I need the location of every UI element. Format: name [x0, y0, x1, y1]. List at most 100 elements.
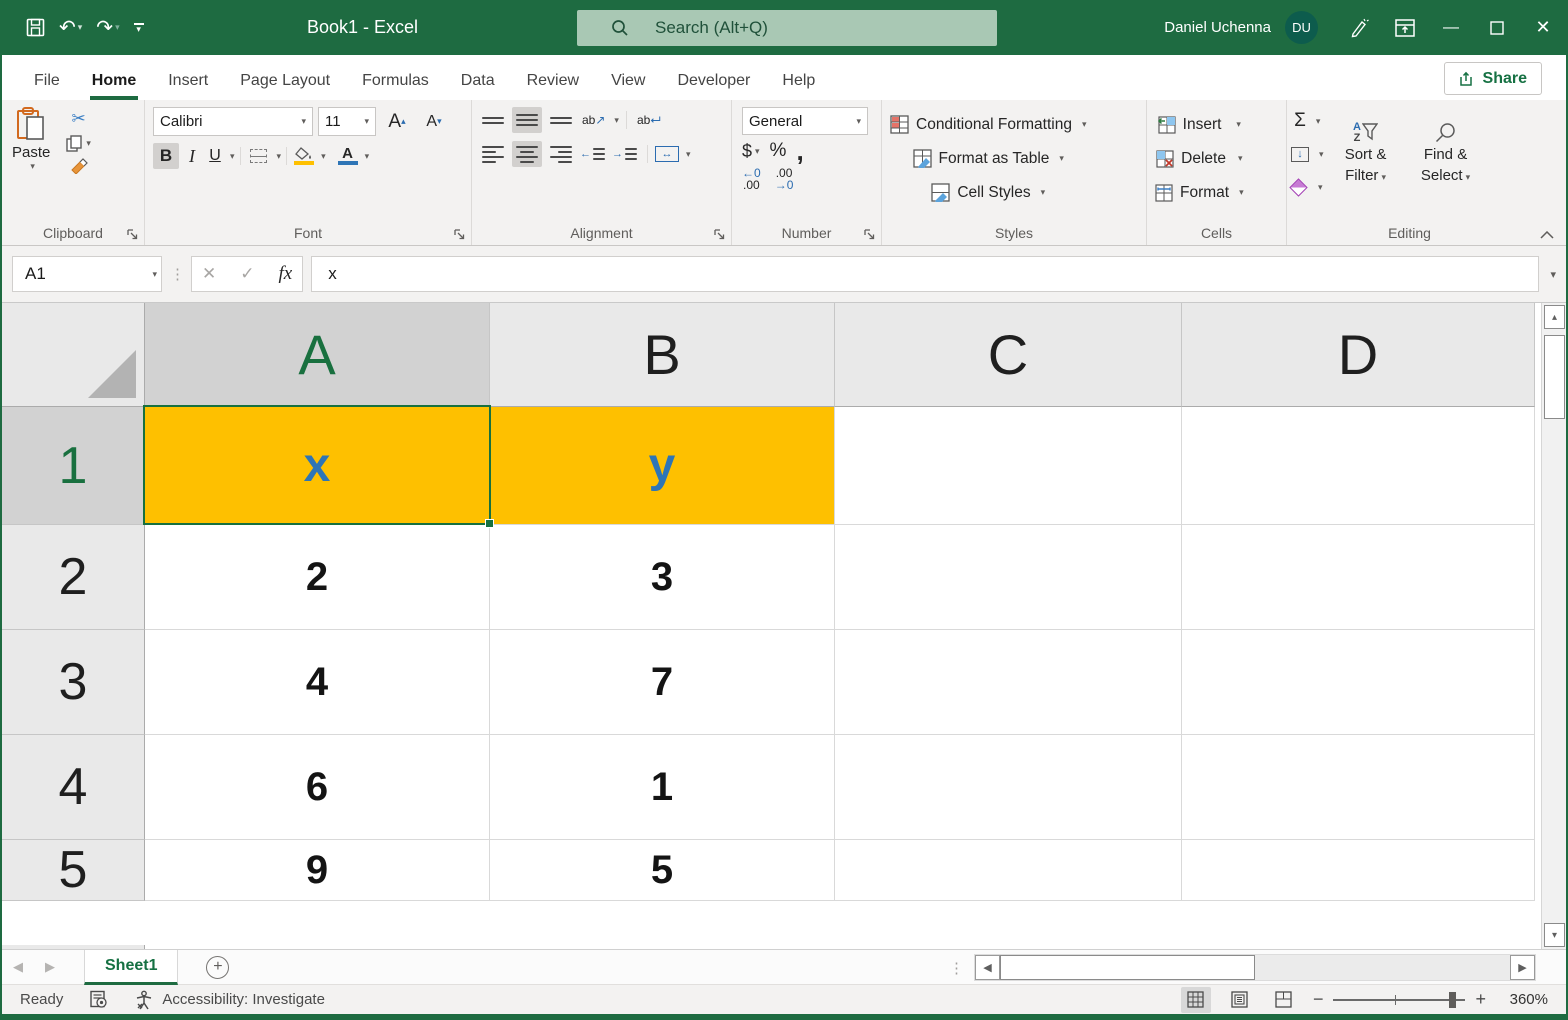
top-align-button[interactable]	[478, 107, 508, 133]
accounting-format-button[interactable]: $ ▾	[742, 141, 760, 162]
redo-dropdown-icon[interactable]: ▾	[115, 22, 120, 33]
borders-dropdown-icon[interactable]: ▾	[277, 151, 282, 162]
previous-sheet-icon[interactable]: ◀	[2, 959, 34, 975]
customize-quick-access-icon[interactable]: ▾	[133, 23, 144, 34]
font-name-combo[interactable]: Calibri ▾	[153, 107, 313, 136]
paste-dropdown-icon[interactable]: ▾	[30, 161, 35, 172]
merge-center-dropdown-icon[interactable]: ▾	[686, 149, 691, 160]
italic-button[interactable]: I	[181, 143, 203, 169]
scroll-right-icon[interactable]: ▶	[1510, 955, 1535, 980]
delete-cells-button[interactable]: Delete ▾	[1155, 143, 1244, 174]
align-left-button[interactable]	[478, 141, 508, 167]
undo-button[interactable]: ↶ ▾	[59, 15, 82, 40]
number-format-combo[interactable]: General ▾	[742, 107, 868, 135]
underline-dropdown-icon[interactable]: ▾	[230, 151, 235, 162]
find-select-button[interactable]: Find & Select ▾	[1408, 107, 1484, 201]
select-all-corner[interactable]	[2, 303, 145, 407]
alignment-dialog-launcher-icon[interactable]	[714, 229, 725, 240]
sort-filter-button[interactable]: AZ Sort & Filter ▾	[1328, 107, 1404, 201]
bottom-align-button[interactable]	[546, 107, 576, 133]
fill-dropdown-icon[interactable]: ▾	[1319, 149, 1324, 160]
wrap-text-button[interactable]: ab ⮠	[634, 107, 664, 133]
format-painter-button[interactable]	[66, 158, 91, 174]
cell-B1[interactable]: y	[490, 407, 835, 525]
cut-button[interactable]: ✂	[66, 109, 91, 129]
row-header-2[interactable]: 2	[2, 525, 145, 630]
cell-C3[interactable]	[835, 630, 1182, 735]
cell-styles-dropdown-icon[interactable]: ▾	[1041, 187, 1046, 198]
cell-B2[interactable]: 3	[490, 525, 835, 630]
fill-button[interactable]: ↓ ▾	[1291, 140, 1324, 168]
orientation-dropdown-icon[interactable]: ▾	[614, 115, 619, 126]
row-header-1[interactable]: 1	[2, 407, 145, 525]
formula-bar-grip[interactable]: ⋮	[170, 265, 185, 283]
scroll-up-icon[interactable]: ▴	[1544, 305, 1565, 329]
cell-D4[interactable]	[1182, 735, 1535, 840]
fill-color-button[interactable]	[292, 143, 316, 169]
delete-dropdown-icon[interactable]: ▾	[1238, 153, 1243, 164]
percent-style-button[interactable]: %	[770, 140, 787, 162]
cell-A5[interactable]: 9	[145, 840, 490, 901]
column-header-d[interactable]: D	[1182, 303, 1535, 407]
name-box-dropdown-icon[interactable]: ▾	[152, 269, 157, 280]
tab-home[interactable]: Home	[76, 72, 152, 100]
comma-style-button[interactable]: ,	[796, 138, 803, 164]
sheet-tab-sheet1[interactable]: Sheet1	[84, 949, 179, 985]
increase-decimal-button[interactable]: ←0.00	[742, 167, 761, 191]
user-name[interactable]: Daniel Uchenna	[1164, 19, 1271, 36]
zoom-in-button[interactable]: +	[1475, 989, 1486, 1010]
fill-color-dropdown-icon[interactable]: ▾	[321, 151, 326, 162]
copy-dropdown-icon[interactable]: ▾	[86, 138, 91, 149]
clear-button[interactable]: ▾	[1289, 173, 1324, 201]
horizontal-scrollbar-thumb[interactable]	[1000, 955, 1255, 980]
enter-icon[interactable]: ✓	[240, 264, 254, 284]
cell-A2[interactable]: 2	[145, 525, 490, 630]
expand-formula-bar-icon[interactable]: ▾	[1550, 268, 1556, 281]
next-sheet-icon[interactable]: ▶	[34, 959, 66, 975]
add-sheet-button[interactable]: +	[206, 955, 230, 979]
collapse-ribbon-icon[interactable]	[1540, 231, 1554, 239]
paste-button[interactable]: Paste ▾	[4, 105, 58, 174]
format-cells-button[interactable]: Format ▾	[1155, 177, 1244, 208]
format-dropdown-icon[interactable]: ▾	[1239, 187, 1244, 198]
share-button[interactable]: Share	[1443, 62, 1542, 95]
increase-indent-button[interactable]: →	[612, 141, 640, 167]
tab-review[interactable]: Review	[511, 72, 595, 100]
tab-help[interactable]: Help	[766, 72, 831, 100]
name-box[interactable]: A1 ▾	[12, 256, 162, 292]
decrease-decimal-button[interactable]: .00 →0	[775, 167, 794, 191]
cell-D3[interactable]	[1182, 630, 1535, 735]
cell-C4[interactable]	[835, 735, 1182, 840]
increase-font-size-button[interactable]: A ▴	[381, 108, 413, 136]
clipboard-dialog-launcher-icon[interactable]	[127, 229, 138, 240]
cell-B3[interactable]: 7	[490, 630, 835, 735]
row-header-5[interactable]: 5	[2, 840, 145, 901]
save-icon[interactable]	[26, 18, 45, 37]
vertical-scrollbar-thumb[interactable]	[1544, 335, 1565, 419]
formula-input[interactable]: x	[311, 256, 1540, 292]
undo-dropdown-icon[interactable]: ▾	[78, 22, 83, 33]
conditional-formatting-dropdown-icon[interactable]: ▾	[1082, 119, 1087, 130]
align-right-button[interactable]	[546, 141, 576, 167]
clear-dropdown-icon[interactable]: ▾	[1318, 182, 1323, 193]
middle-align-button[interactable]	[512, 107, 542, 133]
cell-A1[interactable]: x	[145, 407, 490, 525]
insert-dropdown-icon[interactable]: ▾	[1236, 119, 1241, 130]
minimize-button[interactable]: —	[1428, 0, 1474, 55]
autosum-dropdown-icon[interactable]: ▾	[1316, 116, 1321, 127]
column-header-b[interactable]: B	[490, 303, 835, 407]
row-header-4[interactable]: 4	[2, 735, 145, 840]
cancel-icon[interactable]: ✕	[202, 264, 216, 284]
tab-developer[interactable]: Developer	[661, 72, 766, 100]
merge-center-button[interactable]: ↔	[655, 141, 679, 167]
row-header-3[interactable]: 3	[2, 630, 145, 735]
zoom-slider-thumb[interactable]	[1449, 991, 1457, 1008]
cell-A4[interactable]: 6	[145, 735, 490, 840]
bold-button[interactable]: B	[153, 143, 179, 169]
avatar[interactable]: DU	[1285, 11, 1318, 44]
format-as-table-dropdown-icon[interactable]: ▾	[1059, 153, 1064, 164]
borders-button[interactable]	[246, 143, 272, 169]
column-header-a[interactable]: A	[145, 303, 490, 407]
normal-view-button[interactable]	[1180, 986, 1211, 1013]
insert-cells-button[interactable]: Insert ▾	[1155, 109, 1244, 140]
